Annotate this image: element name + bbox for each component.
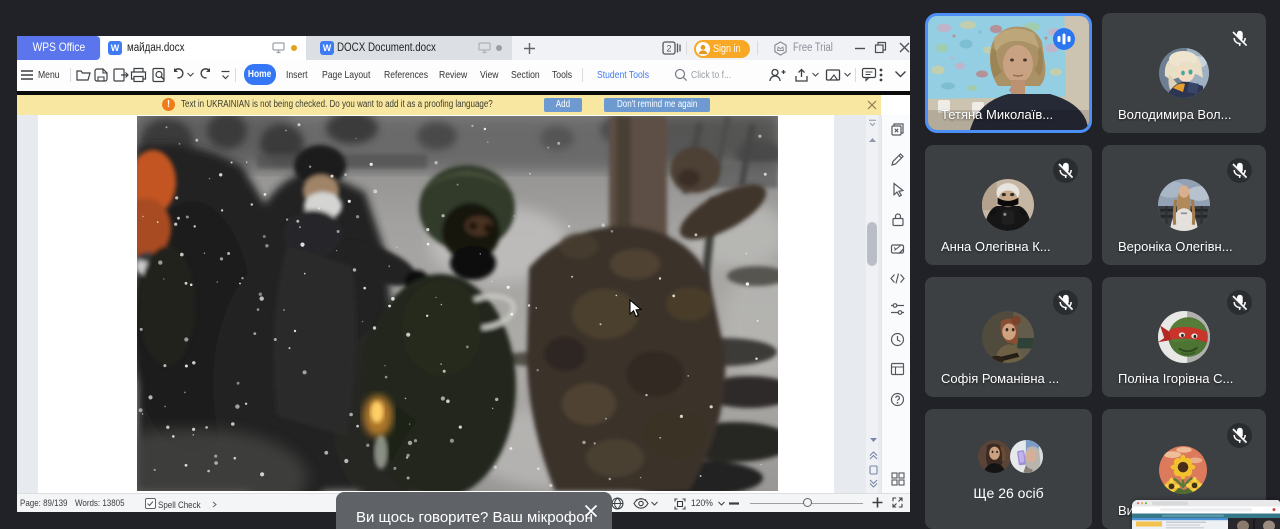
- svg-text:2: 2: [666, 44, 671, 54]
